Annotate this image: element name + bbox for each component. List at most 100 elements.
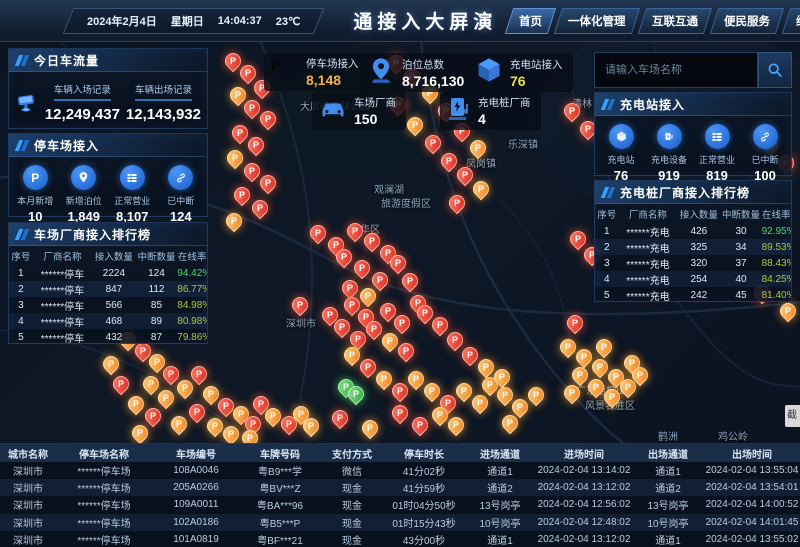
table-cell: 86.77% (177, 284, 207, 295)
parking-vendor-rank-panel: 车场厂商接入排行榜 序号厂商名称接入数量中断数量在线率1******停车2224… (8, 222, 208, 344)
table-cell: 5 (595, 290, 619, 301)
table-cell: 847 (92, 284, 136, 295)
marker-letter: P (182, 383, 188, 393)
table-header-cell: 出场通道 (632, 446, 704, 461)
temperature-text: 23℃ (276, 14, 301, 27)
marker-letter: P (429, 386, 435, 396)
marker-letter: P (785, 306, 791, 316)
table-cell: 41分02秒 (384, 463, 464, 478)
stat-value: 76 (510, 73, 563, 89)
nav-item-integrated-management[interactable]: 一体化管理 (554, 8, 640, 34)
marker-letter: P (446, 156, 452, 166)
table-cell: 108A0046 (152, 465, 240, 476)
stat-label: 停车场接入 (306, 56, 359, 71)
marker-letter: P (597, 362, 603, 372)
table-cell: 粤BA***96 (240, 497, 320, 512)
marker-letter: P (377, 275, 383, 285)
search-button[interactable] (758, 52, 792, 88)
marker-letter: P (499, 372, 505, 382)
table-row: 2******停车84711286.77% (9, 281, 207, 297)
marker-letter: P (253, 140, 259, 150)
link-icon (168, 165, 193, 190)
search-input[interactable] (594, 52, 758, 88)
table-cell: 微信 (320, 463, 384, 478)
table-header-cell: 停车场名称 (56, 446, 152, 461)
table-header-cell: 在线率 (177, 249, 207, 263)
table-cell: 84.25% (762, 274, 791, 285)
table-cell: 3 (595, 258, 619, 269)
marker-letter: P (196, 369, 202, 379)
stat-label: 充电站 (597, 153, 645, 166)
panel-title: 车场厂商接入排行榜 (34, 226, 151, 243)
marker-letter: P (569, 388, 575, 398)
table-cell: 10号岗亭 (464, 515, 536, 530)
marker-letter: P (349, 300, 355, 310)
parking-vendor-statbox: 车场厂商 150 (312, 92, 406, 130)
marker-letter: P (245, 68, 251, 78)
marker-letter: P (341, 252, 347, 262)
table-cell: 通道1 (632, 532, 704, 547)
table-cell: 13号岗亭 (632, 497, 704, 512)
charger-vendor-rank-panel: 充电桩厂商接入排行榜 序号厂商名称接入数量中断数量在线率1******充电426… (594, 180, 792, 302)
table-cell: 102A0186 (152, 517, 240, 528)
table-cell: 43分00秒 (384, 532, 464, 547)
today-traffic-panel: 今日车流量 车辆入场记录 12,249,437 车辆出场记录 12,143,93… (8, 48, 208, 129)
marker-letter: P (462, 170, 468, 180)
marker-letter: P (367, 423, 373, 433)
table-cell: 1 (9, 268, 33, 279)
table-cell: ******停车场 (56, 480, 152, 495)
marker-letter: P (265, 178, 271, 188)
marker-letter: P (452, 335, 458, 345)
panel-header: 充电站接入 (595, 93, 791, 116)
marker-letter: P (533, 390, 539, 400)
marker-letter: P (315, 228, 321, 238)
marker-letter: P (507, 418, 513, 428)
table-cell: 深圳市 (0, 463, 56, 478)
marker-letter: P (154, 357, 160, 367)
marker-letter: P (422, 308, 428, 318)
table-cell: 5 (9, 332, 33, 343)
marker-letter: P (257, 203, 263, 213)
table-cell: 92.95% (762, 226, 791, 237)
table-row: 4******停车4688980.98% (9, 313, 207, 329)
map-place-label: 鹤洲 (658, 428, 678, 443)
table-header-cell: 车牌号码 (240, 446, 320, 461)
table-cell: ******停车场 (56, 515, 152, 530)
parking-records-table: 城市名称停车场名称车场编号车牌号码支付方式停车时长进场通道进场时间出场通道出场时… (0, 443, 800, 547)
table-cell: 254 (677, 274, 720, 285)
stat-new-berths: 新增泊位 1,849 (60, 165, 109, 224)
table-cell: 94.42% (177, 268, 207, 279)
table-cell: 2024-02-04 14:00:52 (704, 499, 800, 510)
panel-title: 充电桩厂商接入排行榜 (620, 184, 750, 201)
nav-item-interconnection[interactable]: 互联互通 (638, 8, 712, 34)
marker-letter: P (247, 433, 253, 443)
marker-letter: P (453, 420, 459, 430)
table-row: 5******充电2424581.40% (595, 287, 791, 303)
stat-label: 泊位总数 (402, 57, 464, 72)
nav-item-public-services[interactable]: 便民服务 (710, 8, 784, 34)
marker-letter: P (337, 413, 343, 423)
nav-item-home[interactable]: 首页 (505, 8, 556, 34)
grid-icon (705, 124, 730, 149)
stat-normal-operation: 正常营业 8,107 (108, 165, 157, 224)
table-header-cell: 在线率 (762, 207, 791, 221)
table-cell: ******停车 (33, 330, 92, 345)
table-cell: 109A0011 (152, 499, 240, 510)
table-row: 4******充电2544084.25% (595, 271, 791, 287)
marker-letter: P (430, 138, 436, 148)
p-circle-icon: P (271, 58, 299, 86)
map-place-label: 乐深镇 (508, 136, 538, 151)
marker-letter: P (298, 409, 304, 419)
screenshot-tab[interactable]: 截图 (785, 405, 800, 427)
marker-letter: P (569, 106, 575, 116)
marker-letter: P (308, 421, 314, 431)
map-place-label: 凤岗镇 (466, 155, 496, 170)
marker-letter: P (397, 386, 403, 396)
table-cell: 2024-02-04 13:14:02 (536, 465, 632, 476)
marker-letter: P (250, 419, 256, 429)
exit-records-value: 12,143,932 (126, 106, 201, 123)
stat-label: 正常营业 (693, 153, 741, 166)
panel-title: 今日车流量 (34, 52, 99, 69)
nav-item-governance[interactable]: 综合治理 (782, 8, 800, 34)
stat-interrupted: 已中断 124 (157, 165, 206, 224)
